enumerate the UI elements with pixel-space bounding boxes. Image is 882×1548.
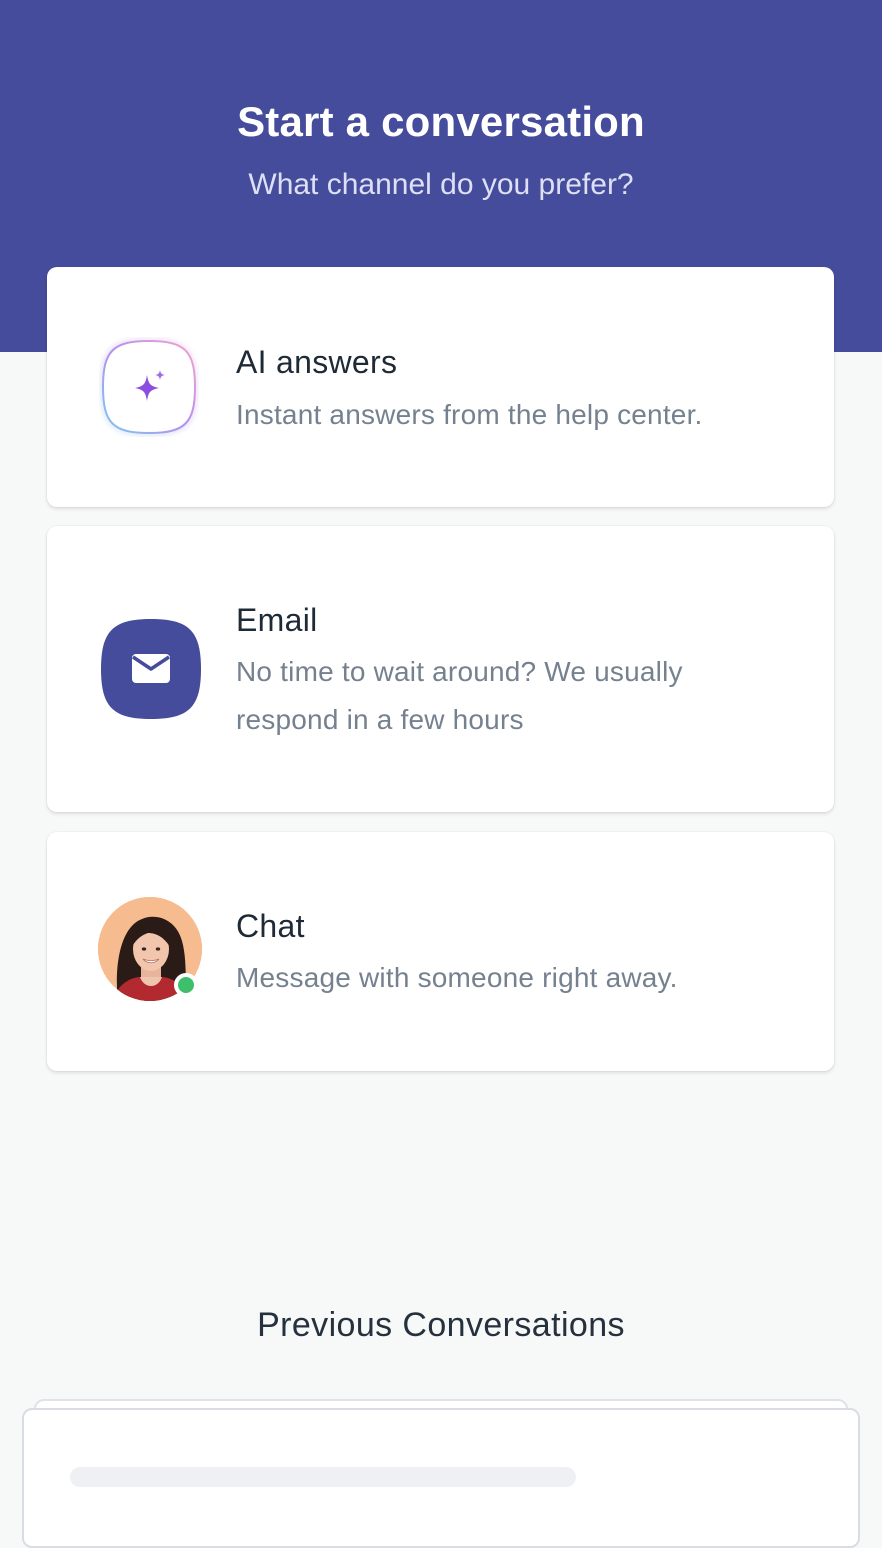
ai-answers-option[interactable]: AI answers Instant answers from the help… xyxy=(47,267,834,507)
page-title: Start a conversation xyxy=(237,98,645,145)
ai-answers-description: Instant answers from the help center. xyxy=(236,399,703,430)
previous-conversation-card[interactable] xyxy=(22,1408,860,1548)
ai-answers-title: AI answers xyxy=(236,344,398,380)
chat-option[interactable]: Chat Message with someone right away. xyxy=(47,832,834,1071)
email-description: No time to wait around? We usually respo… xyxy=(236,656,683,735)
email-title: Email xyxy=(236,602,318,638)
page-subtitle: What channel do you prefer? xyxy=(248,168,634,201)
envelope-icon xyxy=(101,619,201,719)
online-status-dot xyxy=(174,973,198,997)
sparkles-icon xyxy=(99,337,199,437)
chat-description: Message with someone right away. xyxy=(236,962,678,993)
loading-placeholder xyxy=(70,1467,576,1487)
previous-conversations-heading: Previous Conversations xyxy=(257,1306,625,1344)
agent-avatar xyxy=(98,897,202,1001)
chat-title: Chat xyxy=(236,908,305,944)
email-option[interactable]: Email No time to wait around? We usually… xyxy=(47,526,834,812)
